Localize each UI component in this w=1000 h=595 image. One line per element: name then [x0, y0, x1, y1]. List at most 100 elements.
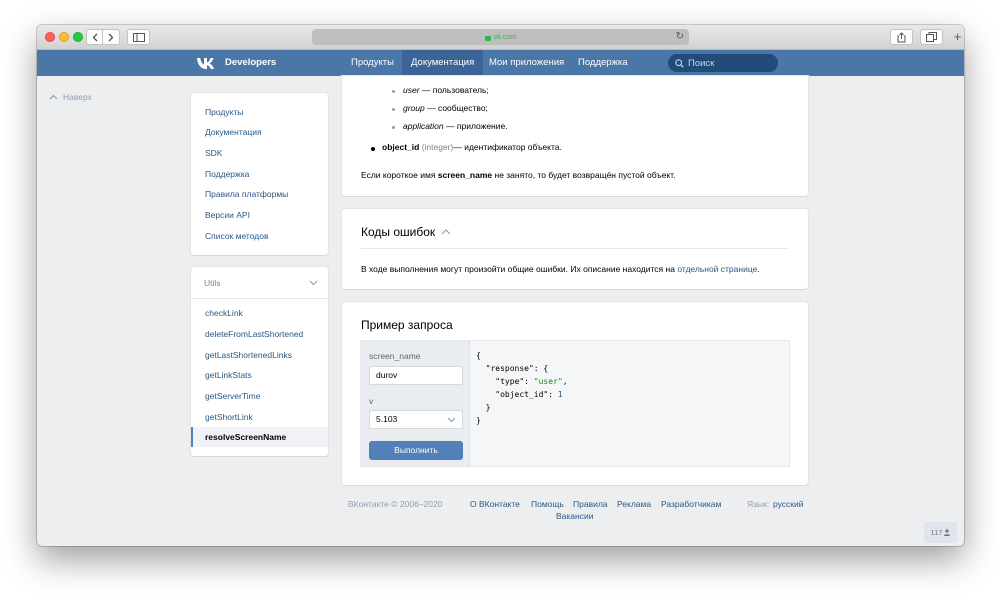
param-version-label: v [369, 396, 374, 406]
type-desc: — сообщество; [424, 103, 488, 113]
footer-link-rules[interactable]: Правила [573, 499, 608, 509]
lock-icon [484, 35, 491, 41]
footer-lang-select[interactable]: русский [773, 499, 804, 509]
zoom-window-button[interactable] [73, 32, 83, 42]
errors-page-link[interactable]: отдельной странице [677, 264, 757, 274]
footer-link-ads[interactable]: Реклама [617, 499, 651, 509]
back-button[interactable] [86, 29, 103, 45]
footer-lang-label: Язык: [747, 499, 770, 509]
errors-text-end: . [757, 264, 760, 274]
browser-toolbar: vk.com ↻ + [37, 25, 964, 50]
search-input[interactable]: Поиск [668, 54, 778, 72]
footer-link-vacancies[interactable]: Вакансии [556, 511, 593, 521]
method-get-last-shortened-links[interactable]: getLastShortenedLinks [205, 350, 292, 360]
note-text: Если короткое имя [361, 170, 438, 180]
share-button[interactable] [890, 29, 913, 45]
chevron-left-icon [92, 33, 97, 41]
type-item-user: user — пользователь; [403, 85, 489, 95]
code-line: "response": { [476, 364, 549, 373]
field-object-id: object_id (integer)— идентификатор объек… [382, 142, 562, 152]
reload-icon[interactable]: ↻ [676, 31, 684, 42]
code-line: "type": "user", [476, 375, 568, 388]
method-get-short-link[interactable]: getShortLink [205, 412, 253, 422]
param-screen-name-label: screen_name [369, 351, 421, 361]
type-item-application: application — приложение. [403, 121, 508, 131]
code-line: { [476, 351, 481, 360]
sidebar-menu: Продукты Документация SDK Поддержка Прав… [191, 93, 328, 255]
code-number: 1 [557, 390, 563, 399]
chevron-down-icon [309, 280, 318, 286]
nav-documentation[interactable]: Документация [402, 50, 484, 76]
method-check-link[interactable]: checkLink [205, 308, 243, 318]
vk-logo-icon[interactable] [196, 55, 218, 71]
section-divider [361, 248, 789, 249]
address-bar[interactable]: vk.com ↻ [312, 29, 689, 45]
note-text-end: не занято, то будет возвращён пустой объ… [492, 170, 676, 180]
address-text: vk.com [493, 33, 517, 41]
search-placeholder: Поиск [688, 57, 715, 69]
run-request-button[interactable]: Выполнить [369, 441, 463, 460]
sidebar-item-support[interactable]: Поддержка [205, 169, 249, 179]
footer-link-help[interactable]: Помощь [531, 499, 564, 509]
type-name: application [403, 121, 444, 131]
nav-my-apps[interactable]: Мои приложения [480, 50, 573, 76]
close-window-button[interactable] [45, 32, 55, 42]
site-header: Developers Продукты Документация Мои при… [37, 50, 964, 76]
tabs-icon [926, 32, 937, 42]
minimize-window-button[interactable] [59, 32, 69, 42]
brand-label[interactable]: Developers [225, 57, 276, 68]
sidebar-item-sdk[interactable]: SDK [205, 148, 222, 158]
error-codes-title[interactable]: Коды ошибок [361, 225, 435, 239]
method-resolve-screen-name[interactable]: resolveScreenName [205, 432, 286, 442]
browser-window: vk.com ↻ + Developers Продукты Документа… [37, 25, 964, 546]
field-name: object_id [382, 142, 420, 152]
type-name: group [403, 103, 425, 113]
show-tabs-button[interactable] [920, 29, 943, 45]
method-delete-from-last-shortened[interactable]: deleteFromLastShortened [205, 329, 303, 339]
utils-section-title: Utils [204, 278, 221, 288]
method-get-link-stats[interactable]: getLinkStats [205, 370, 252, 380]
field-desc: — идентификатор объекта. [453, 142, 562, 152]
counter-value: 117 [930, 528, 943, 537]
code-line: } [476, 416, 481, 425]
type-item-group: group — сообщество; [403, 103, 488, 113]
error-codes-text: В ходе выполнения могут произойти общие … [361, 264, 760, 274]
list-bullet [392, 90, 395, 93]
screen-name-input[interactable]: durov [369, 366, 463, 385]
note-bold: screen_name [437, 170, 493, 180]
version-selected-value: 5.103 [376, 414, 398, 424]
sidebar-toggle-button[interactable] [127, 29, 150, 45]
footer-link-about[interactable]: О ВКонтакте [470, 499, 520, 509]
request-console: screen_name durov v 5.103 Выполнить { "r… [360, 340, 790, 467]
response-code: { "response": { "type": "user", "object_… [476, 349, 568, 427]
nav-products[interactable]: Продукты [342, 50, 403, 76]
code-punct: , [562, 377, 568, 386]
utils-section-header[interactable]: Utils [191, 267, 328, 299]
nav-support[interactable]: Поддержка [569, 50, 637, 76]
sidebar-item-methods-list[interactable]: Список методов [205, 231, 268, 241]
code-key: "object_id": [476, 390, 558, 399]
new-tab-button[interactable]: + [951, 30, 964, 44]
code-key: "type": [476, 377, 534, 386]
sidebar-item-products[interactable]: Продукты [205, 107, 243, 117]
list-bullet [371, 147, 375, 151]
search-icon [675, 58, 684, 68]
code-line: } [476, 403, 491, 412]
person-icon [944, 529, 951, 536]
scroll-up-button[interactable]: Наверх [49, 92, 92, 102]
sidebar-item-api-versions[interactable]: Версии API [205, 210, 250, 220]
method-get-server-time[interactable]: getServerTime [205, 391, 260, 401]
list-bullet [392, 108, 395, 111]
sidebar-item-platform-rules[interactable]: Правила платформы [205, 189, 288, 199]
sidebar-item-documentation[interactable]: Документация [205, 127, 262, 137]
online-counter[interactable]: 117 [924, 522, 957, 543]
version-select[interactable]: 5.103 [369, 410, 463, 429]
footer-link-developers[interactable]: Разработчикам [661, 499, 721, 509]
forward-button[interactable] [103, 29, 120, 45]
chevron-up-icon[interactable] [441, 229, 451, 235]
request-params-panel: screen_name durov v 5.103 Выполнить [361, 341, 470, 466]
footer-copyright: ВКонтакте © 2006–2020 [348, 499, 443, 509]
share-icon [897, 31, 906, 42]
sidebar-utils-section: Utils checkLink deleteFromLastShortened … [191, 267, 328, 456]
type-desc: — приложение. [443, 121, 508, 131]
